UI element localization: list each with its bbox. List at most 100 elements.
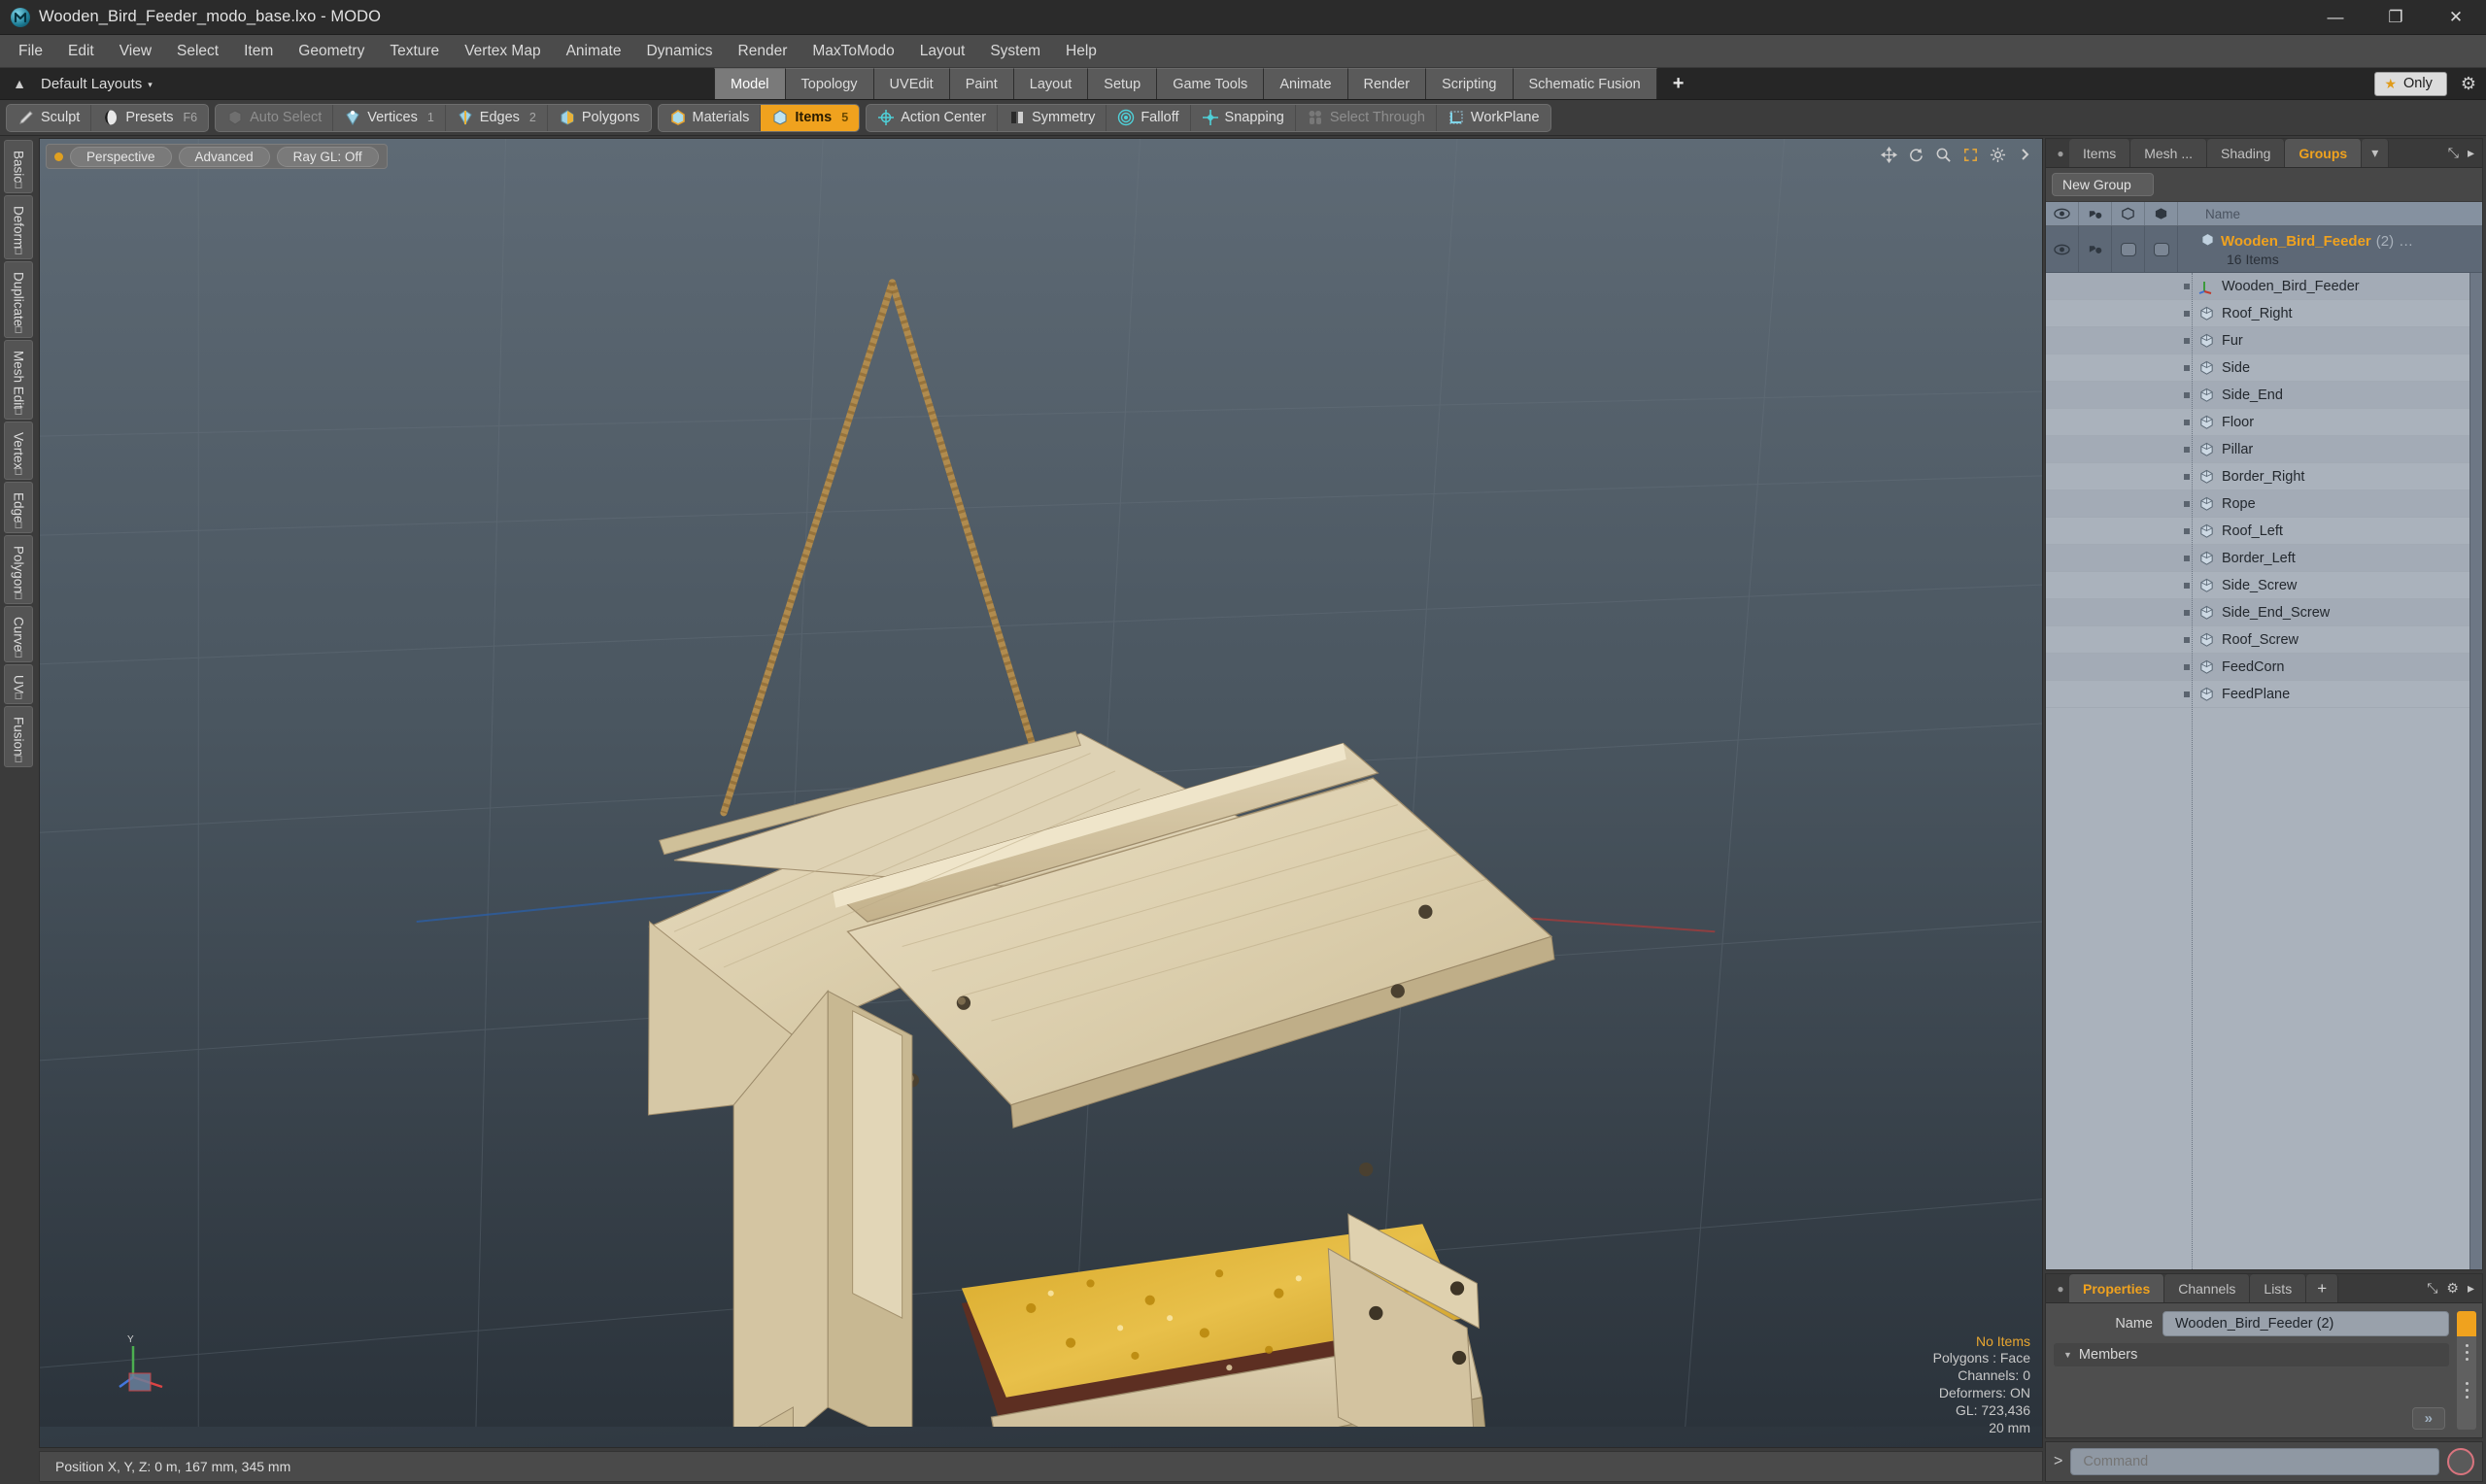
- chevron-right-icon[interactable]: ▸: [2468, 1280, 2474, 1297]
- menu-item-geometry[interactable]: Geometry: [286, 39, 377, 64]
- layout-tab-uvedit[interactable]: UVEdit: [873, 68, 950, 99]
- layout-tab-scripting[interactable]: Scripting: [1426, 68, 1514, 99]
- gear-icon[interactable]: [1988, 145, 2007, 164]
- name-input[interactable]: Wooden_Bird_Feeder (2): [2162, 1311, 2449, 1336]
- render-icon[interactable]: [2079, 202, 2112, 225]
- menu-item-render[interactable]: Render: [726, 39, 800, 64]
- viewport-projection-dropdown[interactable]: Perspective: [70, 146, 172, 167]
- menu-item-edit[interactable]: Edit: [55, 39, 107, 64]
- tool-tab-vertex[interactable]: Vertex: [4, 421, 33, 480]
- menu-item-texture[interactable]: Texture: [377, 39, 452, 64]
- menu-item-animate[interactable]: Animate: [554, 39, 634, 64]
- tool-snapping[interactable]: Snapping: [1191, 104, 1296, 131]
- tool-materials[interactable]: Materials: [659, 104, 762, 131]
- record-icon[interactable]: [2447, 1448, 2474, 1475]
- tool-symmetry[interactable]: Symmetry: [998, 104, 1107, 131]
- group-items-list[interactable]: Wooden_Bird_Feeder Roof_Right Fur Side S…: [2046, 273, 2482, 1269]
- members-section-header[interactable]: ▼ Members: [2054, 1343, 2449, 1366]
- group-render-toggle[interactable]: [2079, 226, 2112, 272]
- chevron-right-icon[interactable]: ▸: [2468, 145, 2474, 161]
- panel-menu-dot-icon[interactable]: ●: [2052, 1274, 2069, 1302]
- tool-falloff[interactable]: Falloff: [1107, 104, 1191, 131]
- list-item[interactable]: Roof_Screw: [2046, 626, 2482, 654]
- menu-item-select[interactable]: Select: [164, 39, 231, 64]
- list-item[interactable]: Roof_Left: [2046, 518, 2482, 545]
- tool-tab-curve[interactable]: Curve: [4, 606, 33, 663]
- tab-mesh[interactable]: Mesh ...: [2130, 139, 2208, 167]
- minimize-button[interactable]: —: [2305, 0, 2366, 35]
- group-visibility-toggle[interactable]: [2046, 226, 2079, 272]
- tool-tab-uv[interactable]: UV: [4, 664, 33, 704]
- list-item[interactable]: Rope: [2046, 490, 2482, 518]
- collapse-up-icon[interactable]: ▲: [10, 74, 29, 93]
- tool-workplane[interactable]: WorkPlane: [1437, 105, 1550, 131]
- tool-tab-basic[interactable]: Basic: [4, 140, 33, 194]
- expand-icon[interactable]: ⤡: [2448, 145, 2459, 161]
- list-item[interactable]: Side_Screw: [2046, 572, 2482, 599]
- tool-polygons[interactable]: Polygons: [548, 105, 651, 131]
- tool-edges[interactable]: Edges 2: [446, 104, 548, 131]
- add-layout-tab-button[interactable]: +: [1656, 68, 1700, 99]
- tool-tab-polygon[interactable]: Polygon: [4, 535, 33, 605]
- list-item[interactable]: Fur: [2046, 327, 2482, 354]
- tab-groups[interactable]: Groups: [2285, 139, 2363, 167]
- menu-item-item[interactable]: Item: [231, 39, 286, 64]
- layout-tab-layout[interactable]: Layout: [1013, 68, 1089, 99]
- list-item[interactable]: Floor: [2046, 409, 2482, 436]
- eye-icon[interactable]: [2046, 202, 2079, 225]
- layout-tab-render[interactable]: Render: [1347, 68, 1427, 99]
- tool-action-center[interactable]: Action Center: [867, 104, 999, 131]
- tab-channels[interactable]: Channels: [2164, 1274, 2251, 1302]
- tab-items[interactable]: Items: [2069, 139, 2131, 167]
- move-icon[interactable]: [1879, 145, 1898, 164]
- tab-properties[interactable]: Properties: [2069, 1274, 2165, 1302]
- list-item[interactable]: Border_Left: [2046, 545, 2482, 572]
- tool-tab-edge[interactable]: Edge: [4, 481, 33, 534]
- viewport-raygl-dropdown[interactable]: Ray GL: Off: [276, 146, 379, 167]
- tree-scrollbar[interactable]: [2469, 273, 2482, 1269]
- menu-item-vertex-map[interactable]: Vertex Map: [452, 39, 553, 64]
- viewport-shading-dropdown[interactable]: Advanced: [178, 146, 270, 167]
- list-item[interactable]: FeedCorn: [2046, 654, 2482, 681]
- gear-icon[interactable]: ⚙: [2446, 1280, 2459, 1297]
- layout-tab-schematic-fusion[interactable]: Schematic Fusion: [1513, 68, 1657, 99]
- tool-tab-mesh-edit[interactable]: Mesh Edit: [4, 339, 33, 420]
- menu-item-maxtomodo[interactable]: MaxToModo: [800, 39, 906, 64]
- tool-auto-select[interactable]: Auto Select: [216, 104, 334, 131]
- layout-tab-model[interactable]: Model: [714, 68, 786, 99]
- menu-item-layout[interactable]: Layout: [907, 39, 978, 64]
- close-button[interactable]: ✕: [2426, 0, 2486, 35]
- tab-shading[interactable]: Shading: [2207, 139, 2286, 167]
- new-group-button[interactable]: New Group: [2052, 173, 2154, 196]
- menu-item-dynamics[interactable]: Dynamics: [633, 39, 725, 64]
- tab-lists[interactable]: Lists: [2250, 1274, 2307, 1302]
- list-item[interactable]: Wooden_Bird_Feeder: [2046, 273, 2482, 300]
- select-icon[interactable]: [2145, 202, 2178, 225]
- layout-tab-paint[interactable]: Paint: [949, 68, 1014, 99]
- layout-tab-game-tools[interactable]: Game Tools: [1157, 68, 1265, 99]
- tool-vertices[interactable]: Vertices 1: [333, 104, 446, 131]
- chevron-down-icon[interactable]: ▾: [2362, 139, 2390, 167]
- menu-item-system[interactable]: System: [977, 39, 1053, 64]
- list-item[interactable]: Roof_Right: [2046, 300, 2482, 327]
- layout-tab-topology[interactable]: Topology: [785, 68, 874, 99]
- maximize-button[interactable]: ❐: [2366, 0, 2426, 35]
- 3d-viewport[interactable]: Perspective Advanced Ray GL: Off Y No It…: [39, 138, 2043, 1448]
- menu-item-help[interactable]: Help: [1053, 39, 1109, 64]
- tool-presets[interactable]: Presets F6: [91, 105, 208, 131]
- menu-item-view[interactable]: View: [107, 39, 164, 64]
- layout-tab-setup[interactable]: Setup: [1088, 68, 1158, 99]
- tool-tab-deform[interactable]: Deform: [4, 195, 33, 260]
- layout-tab-animate[interactable]: Animate: [1264, 68, 1348, 99]
- panel-menu-dot-icon[interactable]: ●: [2052, 139, 2069, 167]
- default-layouts-dropdown[interactable]: Default Layouts ▾: [41, 76, 153, 92]
- fit-icon[interactable]: [1960, 145, 1980, 164]
- list-item[interactable]: Pillar: [2046, 436, 2482, 463]
- tool-select-through[interactable]: Select Through: [1296, 104, 1437, 131]
- expand-icon[interactable]: ⤡: [2427, 1280, 2437, 1297]
- lock-icon[interactable]: [2112, 202, 2145, 225]
- properties-strip-handle[interactable]: [2457, 1336, 2476, 1430]
- tool-tab-duplicate[interactable]: Duplicate: [4, 261, 33, 338]
- chevron-right-icon[interactable]: [2015, 145, 2034, 164]
- add-properties-tab-button[interactable]: +: [2306, 1274, 2339, 1302]
